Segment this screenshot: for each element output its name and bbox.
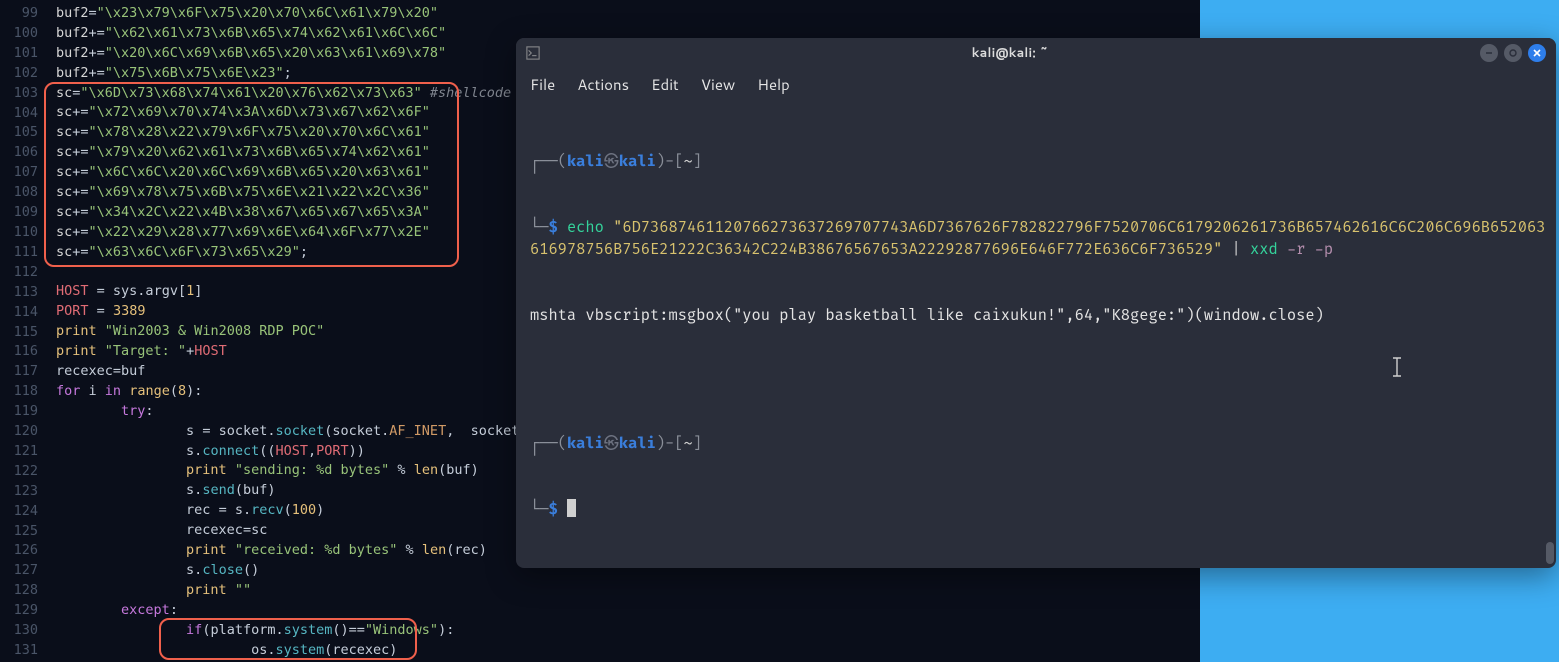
code-line[interactable]: print "": [56, 581, 1200, 601]
line-number: 111: [0, 243, 48, 263]
command-line-1: └─$ echo "6D7368746112076627363726970774…: [530, 217, 1546, 261]
menu-actions[interactable]: Actions: [577, 74, 629, 95]
line-number: 131: [0, 641, 48, 661]
line-number: 117: [0, 362, 48, 382]
code-line[interactable]: os.system(recexec): [56, 641, 1200, 661]
line-number: 122: [0, 462, 48, 482]
line-number: 128: [0, 581, 48, 601]
line-number: 127: [0, 561, 48, 581]
line-gutter: 9910010110210310410510610710810911011111…: [0, 0, 48, 662]
line-number: 114: [0, 303, 48, 323]
window-title: kali@kali: ~: [540, 44, 1480, 62]
line-number: 99: [0, 4, 48, 24]
line-number: 110: [0, 223, 48, 243]
line-number: 101: [0, 44, 48, 64]
terminal-output: mshta vbscript:msgbox("you play basketba…: [530, 305, 1546, 327]
line-number: 113: [0, 283, 48, 303]
line-number: 102: [0, 64, 48, 84]
line-number: 104: [0, 104, 48, 124]
terminal-body[interactable]: ┌──(kali㉿kali)-[~] └─$ echo "6D736874611…: [516, 105, 1556, 568]
menu-view[interactable]: View: [701, 74, 736, 95]
line-number: 121: [0, 442, 48, 462]
menu-help[interactable]: Help: [757, 74, 790, 95]
command-line-2: └─$: [530, 499, 1546, 521]
cursor: [567, 499, 576, 517]
line-number: 107: [0, 163, 48, 183]
prompt-line-1: ┌──(kali㉿kali)-[~]: [530, 151, 1546, 173]
line-number: 109: [0, 203, 48, 223]
line-number: 112: [0, 263, 48, 283]
line-number: 105: [0, 123, 48, 143]
line-number: 130: [0, 621, 48, 641]
code-line[interactable]: if(platform.system()=="Windows"):: [56, 621, 1200, 641]
line-number: 100: [0, 24, 48, 44]
maximize-button[interactable]: [1504, 44, 1522, 62]
line-number: 123: [0, 482, 48, 502]
line-number: 119: [0, 402, 48, 422]
terminal-window: kali@kali: ~ File Actions Edit View Help…: [516, 38, 1556, 568]
line-number: 125: [0, 522, 48, 542]
line-number: 103: [0, 84, 48, 104]
menu-bar: File Actions Edit View Help: [516, 68, 1556, 105]
terminal-icon: [526, 46, 540, 60]
code-line[interactable]: except:: [56, 601, 1200, 621]
minimize-button[interactable]: [1480, 44, 1498, 62]
line-number: 124: [0, 502, 48, 522]
line-number: 118: [0, 382, 48, 402]
line-number: 129: [0, 601, 48, 621]
line-number: 115: [0, 323, 48, 343]
line-number: 106: [0, 143, 48, 163]
code-line[interactable]: buf2="\x23\x79\x6F\x75\x20\x70\x6C\x61\x…: [56, 4, 1200, 24]
scrollbar-thumb[interactable]: [1546, 542, 1554, 564]
menu-edit[interactable]: Edit: [651, 74, 679, 95]
line-number: 108: [0, 183, 48, 203]
close-button[interactable]: [1528, 44, 1546, 62]
menu-file[interactable]: File: [530, 74, 555, 95]
line-number: 126: [0, 541, 48, 561]
blank-line: [530, 371, 1546, 389]
line-number: 116: [0, 342, 48, 362]
prompt-line-2: ┌──(kali㉿kali)-[~]: [530, 433, 1546, 455]
titlebar[interactable]: kali@kali: ~: [516, 38, 1556, 68]
line-number: 120: [0, 422, 48, 442]
